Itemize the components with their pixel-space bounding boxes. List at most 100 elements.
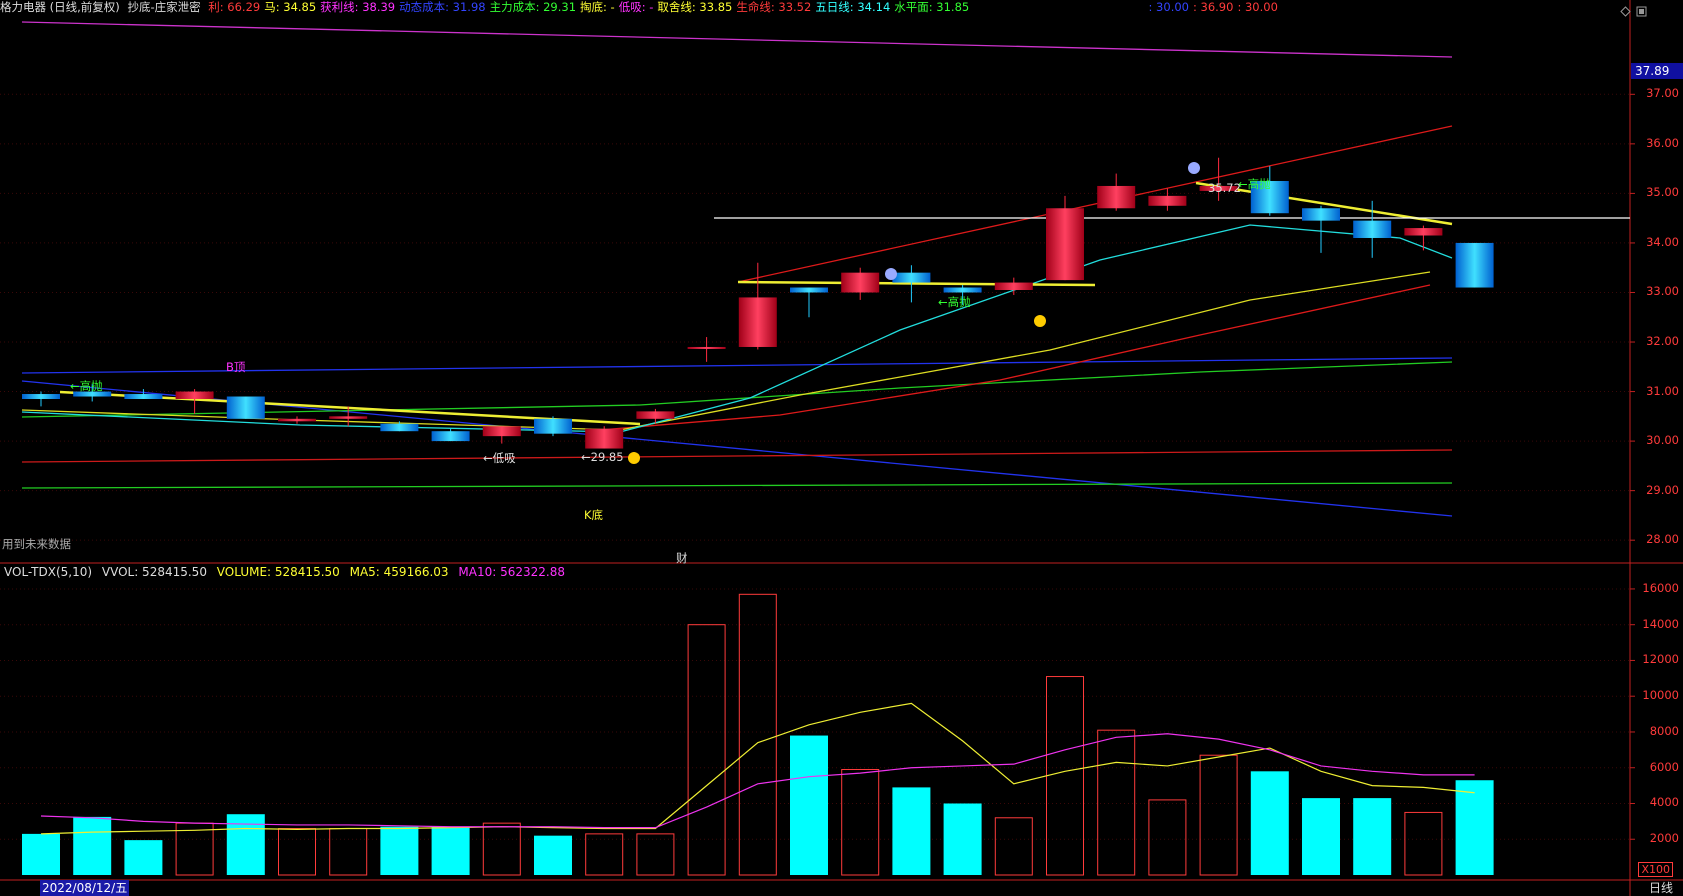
current-price-label: 37.89	[1631, 63, 1683, 79]
volume-bar	[943, 803, 982, 875]
candle-body	[22, 394, 60, 399]
indicator-item: 动态成本: 31.98	[399, 0, 486, 14]
price-tick-label: 33.00	[1646, 284, 1679, 299]
volume-bar	[585, 833, 624, 876]
k-bottom-label: K底	[584, 508, 604, 522]
profit-line	[21, 21, 1453, 58]
volume-name[interactable]: VOL-TDX(5,10)	[4, 565, 92, 579]
volume-tick-label: 2000	[1649, 831, 1679, 846]
volume-unit: X100	[1638, 862, 1673, 877]
volume-bar	[636, 833, 675, 876]
indicator-extra-item: : 30.00	[1148, 0, 1189, 14]
indicator-extra-values: : 30.00: 36.90: 30.00	[1149, 0, 1282, 14]
finance-marker[interactable]: 财	[676, 550, 688, 566]
volume-bar	[278, 828, 316, 876]
period-label[interactable]: 日线	[1649, 880, 1673, 896]
volume-bar	[124, 840, 163, 875]
price-tick-label: 36.00	[1646, 135, 1679, 150]
volume-bar	[738, 593, 777, 876]
price-tick-label: 34.00	[1646, 234, 1679, 249]
price-tick-label: 32.00	[1646, 334, 1679, 349]
volume-bar	[1353, 798, 1392, 875]
b-top-label: B顶	[226, 360, 246, 374]
ma5-value: MA5: 459166.03	[349, 565, 449, 579]
chart-canvas[interactable]	[0, 0, 1683, 896]
cursor-date: 2022/08/12/五	[40, 880, 130, 896]
candle-body	[841, 272, 880, 293]
volume-bar	[73, 816, 112, 875]
volume-bar	[1097, 729, 1136, 876]
candle-body	[1046, 208, 1084, 281]
candle-body	[1148, 195, 1187, 206]
indicator-item: 利: 66.29	[208, 0, 261, 14]
candle-body	[175, 391, 214, 399]
gaopao-label-2: ←高抛	[938, 295, 971, 309]
price-tick-label: 37.00	[1646, 86, 1679, 101]
price-tick-label: 30.00	[1646, 433, 1679, 448]
resistance-line	[21, 449, 1453, 463]
indicator-extra-item: : 30.00	[1237, 0, 1278, 14]
gaopao-label-3: ←高抛	[1238, 177, 1271, 191]
volume-bar	[1046, 676, 1084, 876]
indicator-item: 生命线: 33.52	[736, 0, 812, 14]
candle-body	[994, 282, 1033, 290]
rising-channel	[737, 125, 1453, 283]
volume-bar	[994, 817, 1033, 876]
main-cost-line-b	[639, 361, 1453, 406]
indicator-item: 水平面: 31.85	[894, 0, 970, 14]
window-toggle-icon[interactable]	[1636, 2, 1647, 17]
stock-title[interactable]: 格力电器 (日线,前复权)	[0, 0, 120, 14]
indicator-item: 掏底: -	[580, 0, 615, 14]
signal-face-icon	[885, 268, 897, 280]
candle-body	[124, 394, 163, 399]
volume-bar	[1250, 771, 1289, 875]
candle-body	[278, 418, 316, 422]
volume-bar	[1404, 811, 1443, 876]
candle-body	[943, 287, 982, 293]
volume-tick-label: 4000	[1649, 795, 1679, 810]
indicator-extra-item: : 36.90	[1192, 0, 1234, 14]
candle-body	[1353, 220, 1392, 238]
volume-bar	[790, 735, 828, 875]
volume-bar	[431, 826, 470, 875]
low-price-label: ←29.85	[581, 450, 624, 464]
indicator-item: 取舍线: 33.85	[657, 0, 733, 14]
candle-body	[790, 287, 828, 293]
indicator-item: 获利线: 38.39	[320, 0, 396, 14]
indicator-item: 五日线: 34.14	[815, 0, 891, 14]
price-tick-label: 28.00	[1646, 532, 1679, 547]
indicator-item: 低吸: -	[618, 0, 654, 14]
support-line	[21, 482, 1453, 489]
volume-bar	[1302, 798, 1340, 875]
volume-bar	[380, 826, 419, 875]
volume-tick-label: 16000	[1642, 580, 1679, 595]
candle-body	[738, 297, 777, 347]
volume-tick-label: 14000	[1642, 616, 1679, 631]
dixi-label: ←低吸	[483, 451, 516, 465]
volume-bar	[1148, 799, 1187, 876]
candle-body	[1455, 242, 1494, 288]
chart-header: 格力电器 (日线,前复权) 抄底-庄家泄密 利: 66.29 马: 34.85 获利…	[0, 0, 1286, 16]
candle-body	[226, 396, 265, 419]
signal-face-icon	[628, 452, 640, 464]
volume-bar	[687, 624, 726, 876]
candle-body	[585, 428, 624, 449]
signal-face-icon	[1034, 315, 1046, 327]
volume-bar	[22, 833, 60, 875]
indicator-name[interactable]: 抄底-庄家泄密	[127, 0, 200, 14]
candle-body	[431, 431, 470, 442]
volume-tick-label: 8000	[1649, 723, 1679, 738]
volume-header: VOL-TDX(5,10) VVOL: 528415.50 VOLUME: 52…	[4, 564, 571, 580]
candle-body	[892, 272, 931, 283]
indicator-values: 利: 66.29 马: 34.85 获利线: 38.39 动态成本: 31.98 主力成…	[208, 0, 973, 14]
vvol-value: VVOL: 528415.50	[101, 565, 207, 579]
price-tick-label: 29.00	[1646, 482, 1679, 497]
volume-tick-label: 12000	[1642, 652, 1679, 667]
diamond-icon[interactable]	[1620, 2, 1631, 17]
candle-body	[534, 418, 572, 434]
volume-tick-label: 10000	[1642, 688, 1679, 703]
volume-bar	[1199, 754, 1238, 876]
candle-body	[1302, 208, 1340, 221]
candle-body	[482, 426, 521, 437]
candle-body	[1404, 228, 1443, 236]
